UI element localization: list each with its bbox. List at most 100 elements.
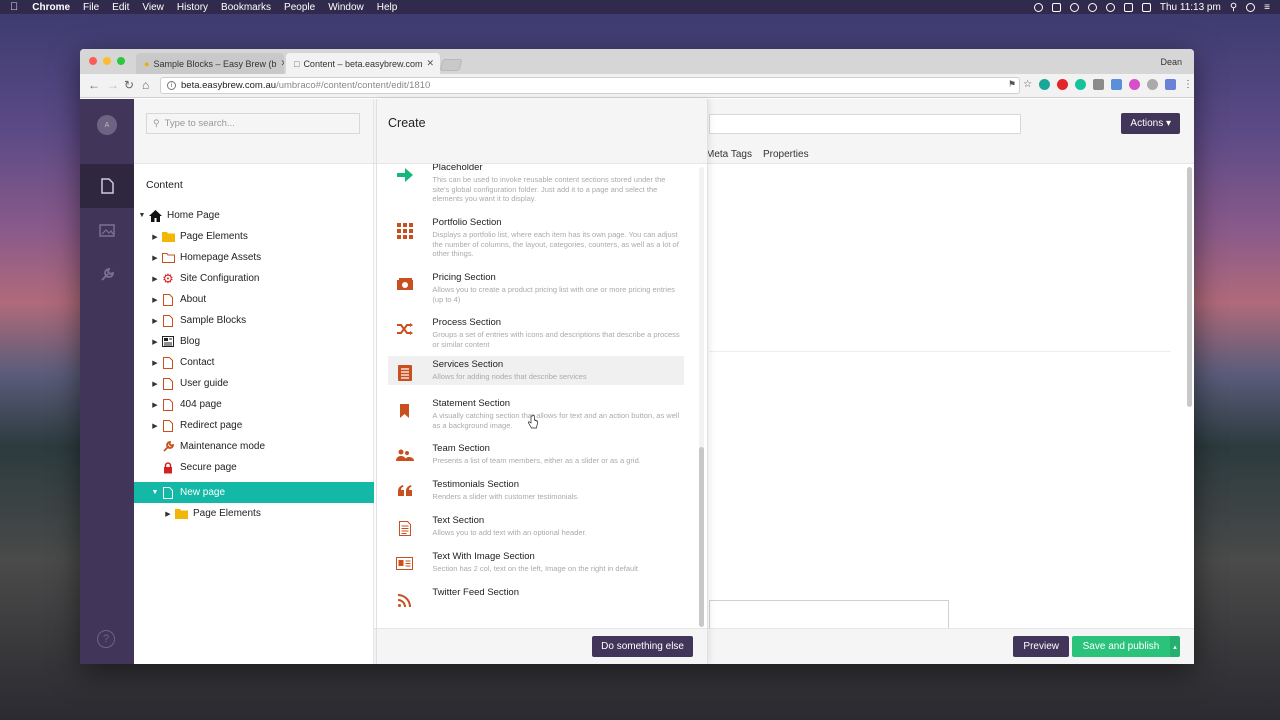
clock[interactable]: Thu 11:13 pm [1160,2,1221,13]
apple-icon[interactable]:  [10,1,18,13]
reload-icon[interactable]: ↻ [124,78,134,92]
caret-right-icon[interactable]: ▶ [150,401,160,409]
menu-bookmarks[interactable]: Bookmarks [221,2,271,13]
tree-node-user-guide[interactable]: ▶ User guide [134,373,374,394]
create-scrollbar-thumb[interactable] [699,447,704,627]
profile-name[interactable]: Dean [1160,57,1182,67]
key-icon[interactable]: ⚑ [1008,79,1016,90]
airplay-icon[interactable] [1123,2,1133,12]
zoom-window-button[interactable] [117,57,125,65]
caret-right-icon[interactable]: ▶ [163,510,173,518]
help-icon[interactable]: ? [97,630,115,648]
tree-node-blog[interactable]: ▶ Blog [134,331,374,352]
caret-down-icon[interactable]: ▼ [150,489,160,496]
dropbox-icon[interactable] [1069,2,1079,12]
create-item-text-section[interactable]: Text Section Allows you to add text with … [388,512,684,541]
search-input[interactable]: ⚲ Type to search... [146,113,360,134]
create-item-placeholder[interactable]: Placeholder This can be used to invoke re… [388,164,684,207]
minimize-window-button[interactable] [103,57,111,65]
siri-icon[interactable] [1246,2,1256,12]
tree-node-maintenance-mode[interactable]: Maintenance mode [134,436,374,457]
create-item-team-section[interactable]: Team Section Presents a list of team memb… [388,440,684,469]
create-item-services-section[interactable]: Services Section Allows for adding nodes … [388,356,684,385]
create-item-text-with-image-section[interactable]: Text With Image Section Section has 2 col… [388,548,684,577]
wifi-icon[interactable] [1105,2,1115,12]
content-section-icon[interactable] [80,164,134,208]
tree-node-sample-blocks[interactable]: ▶ Sample Blocks [134,310,374,331]
menu-view[interactable]: View [142,2,164,13]
info-icon[interactable]: i [167,81,176,90]
forward-icon[interactable]: → [107,78,119,92]
menu-history[interactable]: History [177,2,208,13]
tab-sample-blocks[interactable]: ● Sample Blocks – Easy Brew (b ✕ [136,53,284,74]
tree-node-new-page[interactable]: ▼ New page [134,482,374,503]
menu-app-name[interactable]: Chrome [32,2,70,13]
extension-eye-icon[interactable] [1147,79,1159,90]
preview-button[interactable]: Preview [1013,636,1069,657]
tree-node-page-elements[interactable]: ▶ Page Elements [134,226,374,247]
tree-node-homepage-assets[interactable]: ▶ Homepage Assets [134,247,374,268]
create-item-twitter-feed-section[interactable]: Twitter Feed Section [388,584,684,611]
home-icon[interactable]: ⌂ [142,78,149,92]
caret-right-icon[interactable]: ▶ [150,338,160,346]
caret-right-icon[interactable]: ▶ [150,422,160,430]
extension-h-icon[interactable] [1129,79,1141,90]
tree-node-secure-page[interactable]: Secure page [134,457,374,478]
editor-scrollbar[interactable] [1187,167,1192,407]
spotlight-icon[interactable]: ⚲ [1230,2,1237,13]
tree-node-about[interactable]: ▶ About [134,289,374,310]
menu-help[interactable]: Help [377,2,398,13]
caret-right-icon[interactable]: ▶ [150,296,160,304]
menu-edit[interactable]: Edit [112,2,129,13]
menu-people[interactable]: People [284,2,315,13]
property-editor-box[interactable] [709,600,949,630]
node-name-input[interactable] [709,114,1021,134]
close-tab-icon[interactable]: ✕ [276,58,284,69]
do-something-else-button[interactable]: Do something else [592,636,693,657]
actions-button[interactable]: Actions ▾ [1121,113,1180,134]
checklist-icon[interactable] [1051,2,1061,12]
save-and-publish-button[interactable]: Save and publish [1072,636,1170,657]
extension-m-icon[interactable] [1039,79,1051,90]
tree-node-page-elements-child[interactable]: ▶ Page Elements [134,503,374,524]
tab-content[interactable]: □ Content – beta.easybrew.com ✕ [286,53,440,74]
publish-options-caret[interactable]: ▴ [1170,636,1180,657]
grammarly-icon[interactable] [1075,79,1087,90]
create-item-process-section[interactable]: Process Section Groups a set of entries w… [388,314,684,352]
back-icon[interactable]: ← [88,78,100,92]
create-item-portfolio-section[interactable]: Portfolio Section Displays a portfolio li… [388,214,684,262]
tree-node-home-page[interactable]: ▼ Home Page [134,205,374,226]
menu-file[interactable]: File [83,2,99,13]
extension-tag-icon[interactable] [1111,79,1123,90]
media-section-icon[interactable] [80,208,134,252]
notification-center-icon[interactable]: ≡ [1264,2,1270,13]
tab-meta-tags[interactable]: Meta Tags [706,149,752,160]
battery-icon[interactable] [1141,2,1151,12]
tree-node-site-configuration[interactable]: ▶ ⚙ Site Configuration [134,268,374,289]
caret-right-icon[interactable]: ▶ [150,380,160,388]
tree-node-contact[interactable]: ▶ Contact [134,352,374,373]
record-icon[interactable] [1033,2,1043,12]
menu-window[interactable]: Window [328,2,364,13]
create-item-testimonials-section[interactable]: Testimonials Section Renders a slider wit… [388,476,684,505]
avatar[interactable]: A [97,115,117,135]
kebab-menu-icon[interactable]: ⋮ [1183,79,1193,90]
caret-right-icon[interactable]: ▶ [150,317,160,325]
tree-node-redirect-page[interactable]: ▶ Redirect page [134,415,374,436]
new-tab-button[interactable] [439,59,463,71]
opera-icon[interactable] [1057,79,1069,90]
cast-icon[interactable] [1093,79,1105,90]
create-item-pricing-section[interactable]: Pricing Section Allows you to create a pr… [388,269,684,307]
settings-section-icon[interactable] [80,252,134,296]
sync-icon[interactable] [1087,2,1097,12]
star-icon[interactable]: ☆ [1023,79,1032,90]
tab-properties[interactable]: Properties [763,149,809,160]
caret-right-icon[interactable]: ▶ [150,254,160,262]
caret-right-icon[interactable]: ▶ [150,359,160,367]
close-tab-icon[interactable]: ✕ [423,58,435,69]
caret-right-icon[interactable]: ▶ [150,233,160,241]
caret-down-icon[interactable]: ▼ [137,212,147,219]
close-window-button[interactable] [89,57,97,65]
extension-screen-icon[interactable] [1165,79,1177,90]
caret-right-icon[interactable]: ▶ [150,275,160,283]
